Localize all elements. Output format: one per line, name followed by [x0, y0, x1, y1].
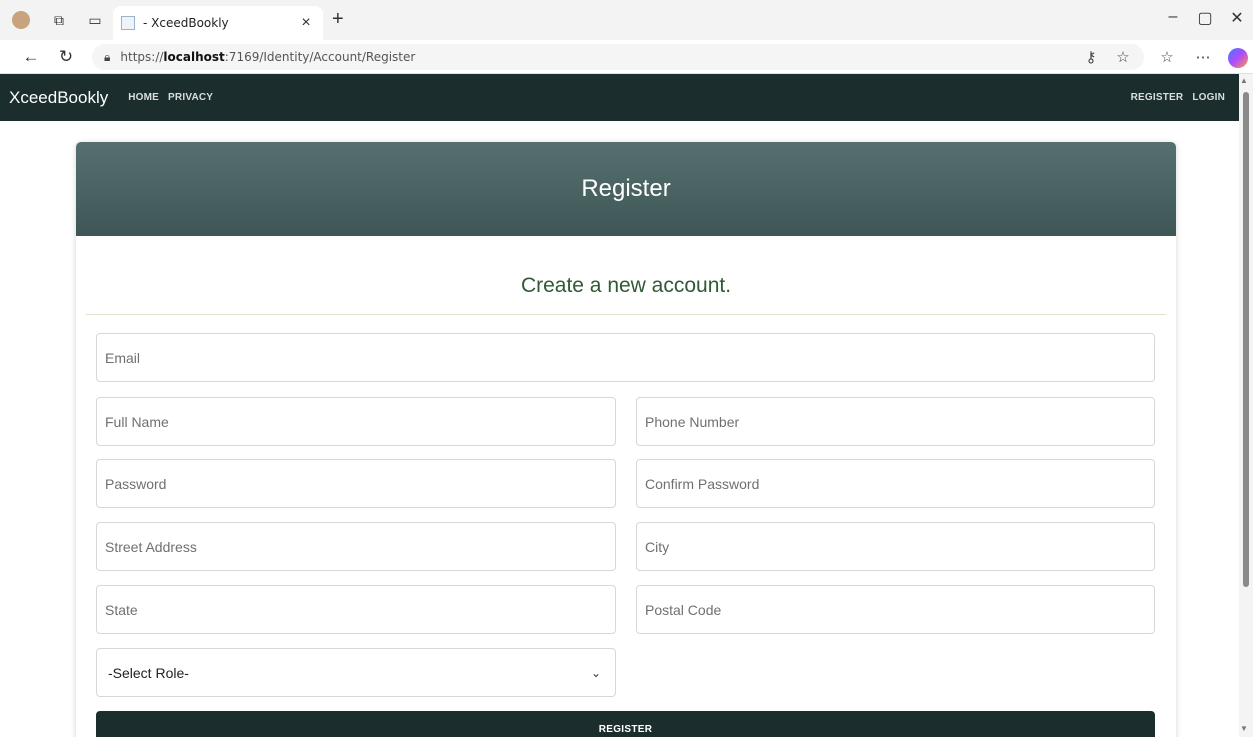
tab-close-icon[interactable]: × — [297, 14, 315, 32]
nav-home-link[interactable]: HOME — [128, 92, 159, 103]
page-favicon-icon — [121, 16, 135, 30]
postal-code-field[interactable] — [636, 585, 1155, 634]
fullname-field[interactable] — [96, 397, 616, 446]
phone-input[interactable] — [645, 413, 1154, 430]
state-field[interactable] — [96, 585, 616, 634]
scrollbar-thumb[interactable] — [1243, 92, 1249, 587]
divider — [86, 314, 1166, 315]
new-tab-button[interactable]: + — [332, 8, 344, 31]
email-input[interactable] — [105, 349, 1154, 366]
nav-right-group: REGISTER LOGIN — [1122, 92, 1225, 103]
chevron-down-icon: ⌄ — [590, 665, 601, 680]
favorites-icon[interactable]: ☆ — [1156, 48, 1178, 66]
url-field[interactable]: 🔒︎ https://localhost:7169/Identity/Accou… — [92, 44, 1144, 70]
lock-icon: 🔒︎ — [104, 49, 111, 64]
minimize-icon[interactable]: – — [1158, 8, 1188, 26]
profile-avatar[interactable] — [12, 11, 30, 29]
back-arrow-icon[interactable]: ← — [20, 47, 42, 67]
scroll-down-icon[interactable]: ▼ — [1240, 724, 1248, 733]
nav-login-link[interactable]: LOGIN — [1192, 92, 1225, 103]
page-title: Register — [581, 175, 671, 202]
copilot-icon[interactable] — [1228, 48, 1248, 68]
card-header: Register — [76, 142, 1176, 236]
phone-field[interactable] — [636, 397, 1155, 446]
register-button[interactable]: REGISTER — [96, 711, 1155, 737]
close-window-icon[interactable]: ✕ — [1222, 8, 1252, 28]
register-card: Register Create a new account. -Select R… — [76, 142, 1176, 737]
confirm-password-input[interactable] — [645, 475, 1154, 492]
nav-privacy-link[interactable]: PRIVACY — [168, 92, 213, 103]
form-subtitle: Create a new account. — [520, 274, 732, 297]
refresh-icon[interactable]: ↻ — [55, 47, 77, 67]
email-field[interactable] — [96, 333, 1155, 382]
street-address-input[interactable] — [105, 538, 615, 555]
key-icon[interactable]: ⚷ — [1080, 48, 1102, 66]
browser-tab-strip: ⧉ ▭ - XceedBookly × + – ▢ ✕ — [0, 0, 1253, 40]
street-address-field[interactable] — [96, 522, 616, 571]
role-select-value: -Select Role- — [108, 664, 189, 681]
nav-register-link[interactable]: REGISTER — [1131, 92, 1184, 103]
scroll-up-icon[interactable]: ▲ — [1240, 76, 1248, 85]
city-field[interactable] — [636, 522, 1155, 571]
more-icon[interactable]: ⋯ — [1192, 48, 1214, 66]
password-input[interactable] — [105, 475, 615, 492]
confirm-password-field[interactable] — [636, 459, 1155, 508]
state-input[interactable] — [105, 601, 615, 618]
role-select[interactable]: -Select Role- ⌄ — [96, 648, 616, 697]
brand-logo[interactable]: XceedBookly — [9, 88, 108, 108]
city-input[interactable] — [645, 538, 1154, 555]
tab-title: - XceedBookly — [143, 16, 229, 30]
url-text: https://localhost:7169/Identity/Account/… — [120, 50, 416, 64]
postal-code-input[interactable] — [645, 601, 1154, 618]
password-field[interactable] — [96, 459, 616, 508]
fullname-input[interactable] — [105, 413, 615, 430]
restore-icon[interactable]: ▢ — [1190, 8, 1220, 28]
address-toolbar: ← ↻ 🔒︎ https://localhost:7169/Identity/A… — [0, 40, 1253, 74]
star-icon[interactable]: ☆ — [1112, 48, 1134, 66]
tab-actions-icon[interactable]: ▭ — [86, 11, 104, 29]
workspaces-icon[interactable]: ⧉ — [50, 11, 68, 29]
browser-tab[interactable]: - XceedBookly × — [113, 6, 323, 40]
site-navbar: XceedBookly HOME PRIVACY REGISTER LOGIN — [0, 74, 1239, 121]
